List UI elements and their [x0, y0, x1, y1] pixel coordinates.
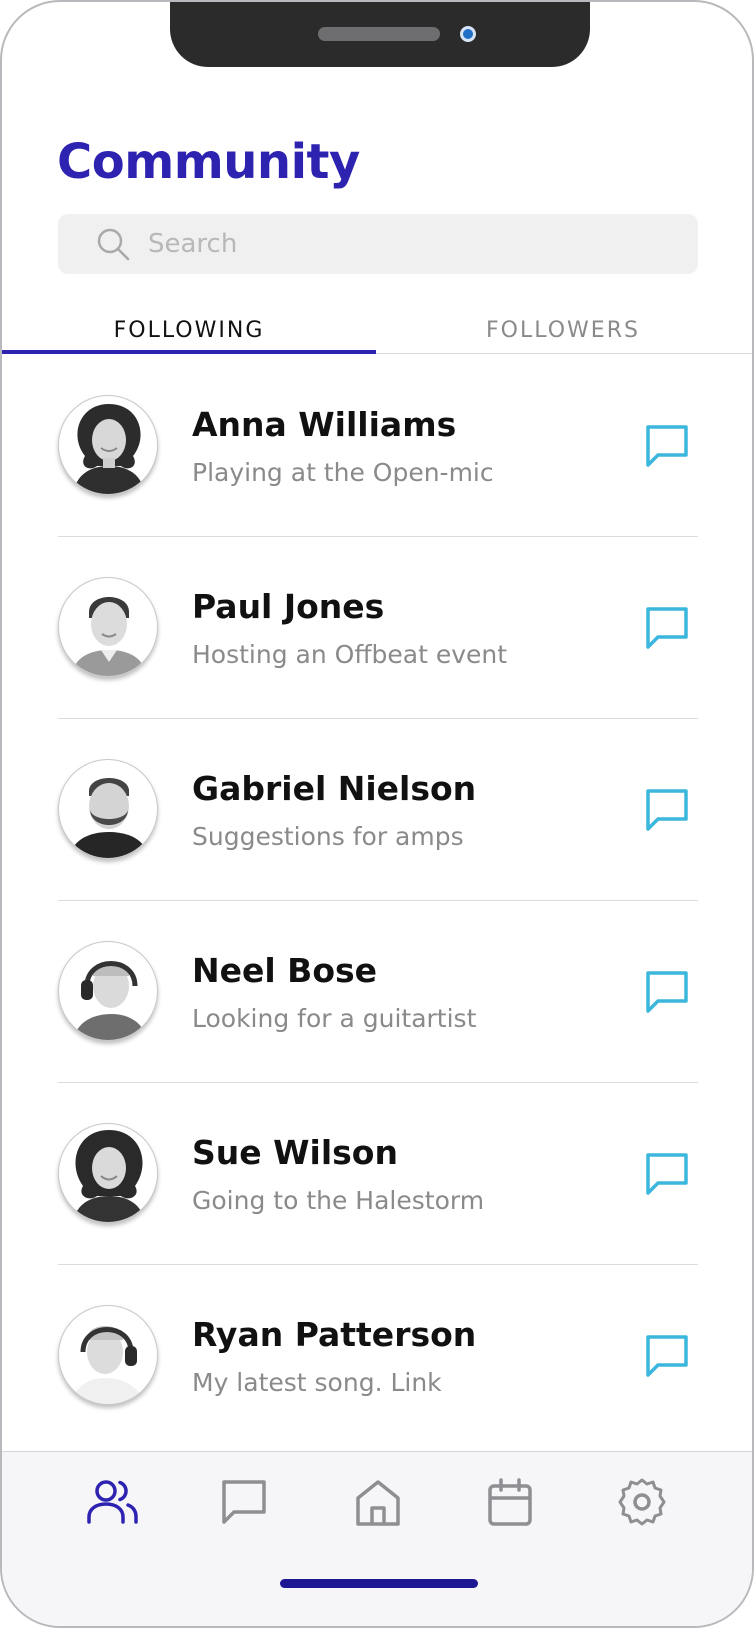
- man-headphones-avatar-icon: [71, 1326, 145, 1404]
- list-item[interactable]: Sue Wilson Going to the Halestorm: [2, 1083, 752, 1265]
- avatar: [58, 395, 158, 495]
- settings-icon[interactable]: [614, 1474, 670, 1530]
- woman-curly-hair-avatar-icon: [73, 1130, 145, 1222]
- avatar: [58, 941, 158, 1041]
- woman-curly-hair-avatar-icon: [73, 404, 145, 494]
- list-item[interactable]: Gabriel Nielson Suggestions for amps: [2, 719, 752, 901]
- man-beard-avatar-icon: [69, 778, 149, 858]
- person-name: Anna Williams: [192, 405, 457, 444]
- person-name: Gabriel Nielson: [192, 769, 477, 808]
- bottom-tab-bar: [2, 1451, 752, 1626]
- tab-followers[interactable]: FOLLOWERS: [376, 318, 750, 354]
- chat-bubble-icon[interactable]: [642, 1149, 692, 1199]
- list-item[interactable]: Anna Williams Playing at the Open-mic: [2, 355, 752, 537]
- person-name: Paul Jones: [192, 587, 385, 626]
- person-name: Ryan Patterson: [192, 1315, 477, 1354]
- home-indicator: [280, 1579, 478, 1588]
- man-short-hair-avatar-icon: [71, 597, 147, 676]
- device-notch: [170, 2, 590, 67]
- calendar-icon[interactable]: [482, 1474, 538, 1530]
- person-status: Hosting an Offbeat event: [192, 640, 508, 669]
- avatar: [58, 1123, 158, 1223]
- list-item[interactable]: Neel Bose Looking for a guitartist: [2, 901, 752, 1083]
- search-input[interactable]: [148, 214, 668, 274]
- list-item[interactable]: Ryan Patterson My latest song. Link: [2, 1265, 752, 1447]
- avatar: [58, 577, 158, 677]
- search-icon: [97, 228, 130, 261]
- person-status: My latest song. Link: [192, 1368, 442, 1397]
- tab-following[interactable]: FOLLOWING: [2, 318, 376, 354]
- search-bar[interactable]: [58, 214, 698, 274]
- speaker-grille: [318, 27, 440, 41]
- person-status: Playing at the Open-mic: [192, 458, 494, 487]
- active-tab-indicator: [2, 350, 376, 354]
- person-status: Looking for a guitartist: [192, 1004, 477, 1033]
- tab-bar: FOLLOWING FOLLOWERS: [2, 310, 752, 354]
- chat-bubble-icon[interactable]: [642, 603, 692, 653]
- man-headphones-avatar-icon: [73, 961, 147, 1040]
- chat-bubble-icon[interactable]: [642, 967, 692, 1017]
- page-title: Community: [57, 134, 360, 190]
- chat-bubble-icon[interactable]: [642, 1331, 692, 1381]
- phone-frame: Community FOLLOWING FOLLOWERS Anna Willi…: [0, 0, 754, 1628]
- chat-bubble-icon[interactable]: [642, 785, 692, 835]
- avatar: [58, 759, 158, 859]
- chat-bubble-icon[interactable]: [642, 421, 692, 471]
- list-item[interactable]: Paul Jones Hosting an Offbeat event: [2, 537, 752, 719]
- person-status: Going to the Halestorm: [192, 1186, 485, 1215]
- people-list: Anna Williams Playing at the Open-mic Pa…: [2, 355, 752, 1447]
- chat-icon[interactable]: [216, 1474, 272, 1530]
- person-name: Neel Bose: [192, 951, 378, 990]
- person-status: Suggestions for amps: [192, 822, 464, 851]
- avatar: [58, 1305, 158, 1405]
- front-camera: [460, 26, 476, 42]
- users-icon[interactable]: [84, 1474, 140, 1530]
- person-name: Sue Wilson: [192, 1133, 398, 1172]
- home-icon[interactable]: [350, 1474, 406, 1530]
